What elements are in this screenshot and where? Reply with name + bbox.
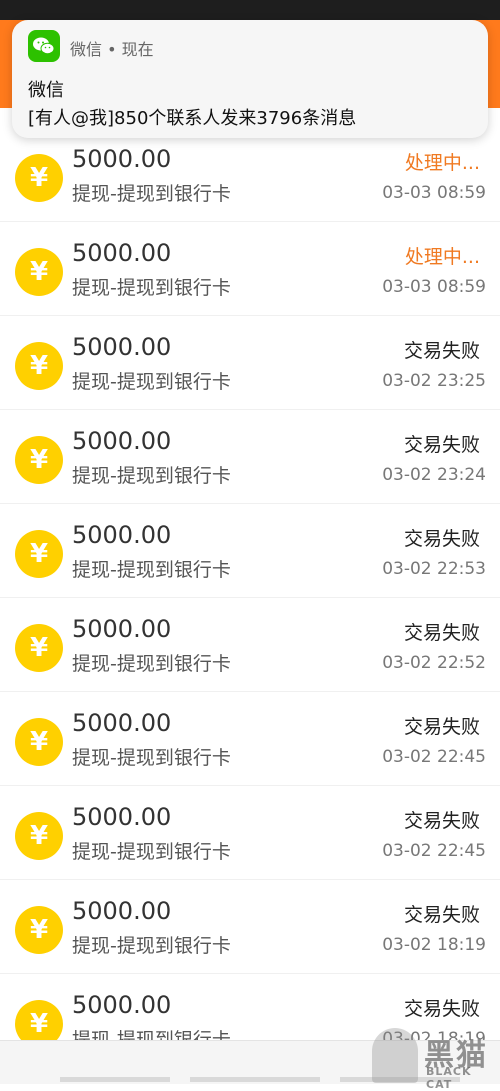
transaction-amount: 5000.00: [72, 239, 172, 267]
yuan-coin-icon: ¥: [15, 436, 63, 484]
yuan-coin-icon: ¥: [15, 248, 63, 296]
transaction-status: 交易失败: [403, 716, 480, 738]
wechat-notification-banner[interactable]: 微信 • 现在 微信 [有人@我]850个联系人发来3796条消息: [12, 20, 488, 138]
notification-body: [有人@我]850个联系人发来3796条消息: [28, 108, 357, 129]
wechat-icon: [28, 30, 60, 62]
nav-indicator: [60, 1077, 170, 1082]
transaction-description: 提现-提现到银行卡: [72, 935, 231, 957]
transaction-status: 交易失败: [403, 622, 480, 644]
transaction-status: 交易失败: [403, 528, 480, 550]
transaction-amount: 5000.00: [72, 333, 172, 361]
transaction-row[interactable]: ¥ 5000.00 提现-提现到银行卡 交易失败 03-02 22:45: [0, 692, 500, 786]
transaction-row[interactable]: ¥ 5000.00 提现-提现到银行卡 交易失败 03-02 23:24: [0, 410, 500, 504]
transaction-row[interactable]: ¥ 5000.00 提现-提现到银行卡 交易失败 03-02 18:19: [0, 880, 500, 974]
transaction-time: 03-02 22:45: [382, 841, 486, 861]
black-cat-watermark: 黑猫 BLACK CAT: [372, 1028, 500, 1091]
transaction-status: 交易失败: [403, 340, 480, 362]
transaction-description: 提现-提现到银行卡: [72, 841, 231, 863]
transaction-row[interactable]: ¥ 5000.00 提现-提现到银行卡 交易失败 03-02 22:45: [0, 786, 500, 880]
notification-title: 微信: [28, 80, 64, 101]
notification-time: 现在: [121, 40, 154, 59]
transaction-row[interactable]: ¥ 5000.00 提现-提现到银行卡 处理中... 03-03 08:59: [0, 222, 500, 316]
transaction-description: 提现-提现到银行卡: [72, 465, 231, 487]
transaction-description: 提现-提现到银行卡: [72, 747, 231, 769]
status-bar: [0, 0, 500, 20]
transaction-row[interactable]: ¥ 5000.00 提现-提现到银行卡 交易失败 03-02 23:25: [0, 316, 500, 410]
transaction-amount: 5000.00: [72, 145, 172, 173]
transaction-row[interactable]: ¥ 5000.00 提现-提现到银行卡 处理中... 03-03 08:59: [0, 128, 500, 222]
transaction-description: 提现-提现到银行卡: [72, 277, 231, 299]
transaction-amount: 5000.00: [72, 615, 172, 643]
transaction-row[interactable]: ¥ 5000.00 提现-提现到银行卡 交易失败 03-02 22:52: [0, 598, 500, 692]
transaction-time: 03-02 23:24: [382, 465, 486, 485]
yuan-coin-icon: ¥: [15, 906, 63, 954]
transaction-description: 提现-提现到银行卡: [72, 559, 231, 581]
transaction-row[interactable]: ¥ 5000.00 提现-提现到银行卡 交易失败 03-02 22:53: [0, 504, 500, 598]
transaction-amount: 5000.00: [72, 521, 172, 549]
black-cat-logo-icon: [372, 1028, 418, 1083]
transaction-time: 03-02 22:45: [382, 747, 486, 767]
yuan-coin-icon: ¥: [15, 718, 63, 766]
transaction-time: 03-02 18:19: [382, 935, 486, 955]
notification-app-name: 微信: [70, 40, 103, 59]
transaction-amount: 5000.00: [72, 803, 172, 831]
transaction-status: 处理中...: [404, 152, 480, 174]
transaction-status: 交易失败: [403, 434, 480, 456]
notification-separator: •: [107, 40, 117, 59]
transaction-description: 提现-提现到银行卡: [72, 183, 231, 205]
yuan-coin-icon: ¥: [15, 624, 63, 672]
transaction-amount: 5000.00: [72, 427, 172, 455]
transaction-description: 提现-提现到银行卡: [72, 653, 231, 675]
nav-indicator: [190, 1077, 320, 1082]
yuan-coin-icon: ¥: [15, 530, 63, 578]
transaction-time: 03-02 22:52: [382, 653, 486, 673]
notification-meta: 微信 • 现在: [70, 36, 154, 60]
transaction-status: 交易失败: [403, 904, 480, 926]
transaction-amount: 5000.00: [72, 897, 172, 925]
transaction-amount: 5000.00: [72, 991, 172, 1019]
transaction-time: 03-03 08:59: [382, 277, 486, 297]
transaction-status: 处理中...: [404, 246, 480, 268]
transaction-description: 提现-提现到银行卡: [72, 371, 231, 393]
transaction-time: 03-02 23:25: [382, 371, 486, 391]
transaction-time: 03-02 22:53: [382, 559, 486, 579]
yuan-coin-icon: ¥: [15, 812, 63, 860]
transaction-time: 03-03 08:59: [382, 183, 486, 203]
transaction-status: 交易失败: [403, 998, 480, 1020]
transaction-status: 交易失败: [403, 810, 480, 832]
transaction-list: ¥ 5000.00 提现-提现到银行卡 处理中... 03-03 08:59 ¥…: [0, 128, 500, 1068]
transaction-amount: 5000.00: [72, 709, 172, 737]
yuan-coin-icon: ¥: [15, 154, 63, 202]
yuan-coin-icon: ¥: [15, 342, 63, 390]
watermark-subtitle: BLACK CAT: [426, 1065, 472, 1091]
